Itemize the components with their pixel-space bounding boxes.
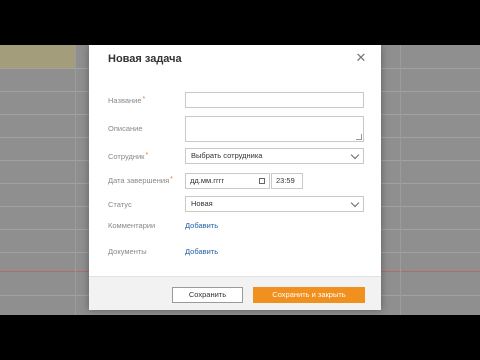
chevron-down-icon	[350, 198, 360, 208]
calendar-icon[interactable]	[259, 178, 265, 184]
name-label-text: Название	[108, 96, 142, 105]
employee-label: Сотрудник*	[108, 152, 148, 161]
chevron-down-icon	[350, 150, 360, 160]
documents-label: Документы	[108, 247, 147, 256]
close-icon[interactable]: ✕	[354, 51, 368, 65]
dialog-footer: Сохранить Сохранить и закрыть	[89, 276, 381, 310]
required-mark: *	[170, 176, 173, 183]
required-mark: *	[142, 96, 146, 103]
employee-select-value: Выбрать сотрудника	[191, 151, 263, 160]
new-task-dialog: Новая задача ✕ Название* Описание Сотруд…	[89, 45, 381, 310]
employee-label-text: Сотрудник	[108, 152, 145, 161]
add-document-link[interactable]: Добавить	[185, 247, 218, 256]
employee-select[interactable]: Выбрать сотрудника	[185, 148, 364, 164]
required-mark: *	[145, 152, 149, 159]
screen: Новая задача ✕ Название* Описание Сотруд…	[0, 0, 480, 360]
time-field[interactable]: 23:59	[271, 173, 303, 189]
save-button[interactable]: Сохранить	[172, 287, 243, 303]
status-label: Статус	[108, 200, 132, 209]
save-and-close-button[interactable]: Сохранить и закрыть	[253, 287, 365, 303]
close-date-label-text: Дата завершения	[108, 176, 170, 185]
status-select[interactable]: Новая	[185, 196, 364, 212]
status-select-value: Новая	[191, 199, 213, 208]
description-field[interactable]	[185, 116, 364, 142]
name-label: Название*	[108, 96, 145, 105]
name-field[interactable]	[185, 92, 364, 108]
grid-column	[400, 45, 401, 315]
dialog-title: Новая задача	[108, 53, 182, 65]
add-comment-link[interactable]: Добавить	[185, 221, 218, 230]
date-placeholder: дд.мм.гггг	[190, 176, 225, 185]
comments-label: Комментарии	[108, 221, 156, 230]
date-field[interactable]: дд.мм.гггг	[185, 173, 270, 189]
close-date-label: Дата завершения*	[108, 176, 173, 185]
grid-column	[75, 45, 76, 315]
resize-handle-icon[interactable]	[356, 134, 362, 140]
description-label: Описание	[108, 124, 143, 133]
highlighted-cell	[0, 45, 75, 68]
